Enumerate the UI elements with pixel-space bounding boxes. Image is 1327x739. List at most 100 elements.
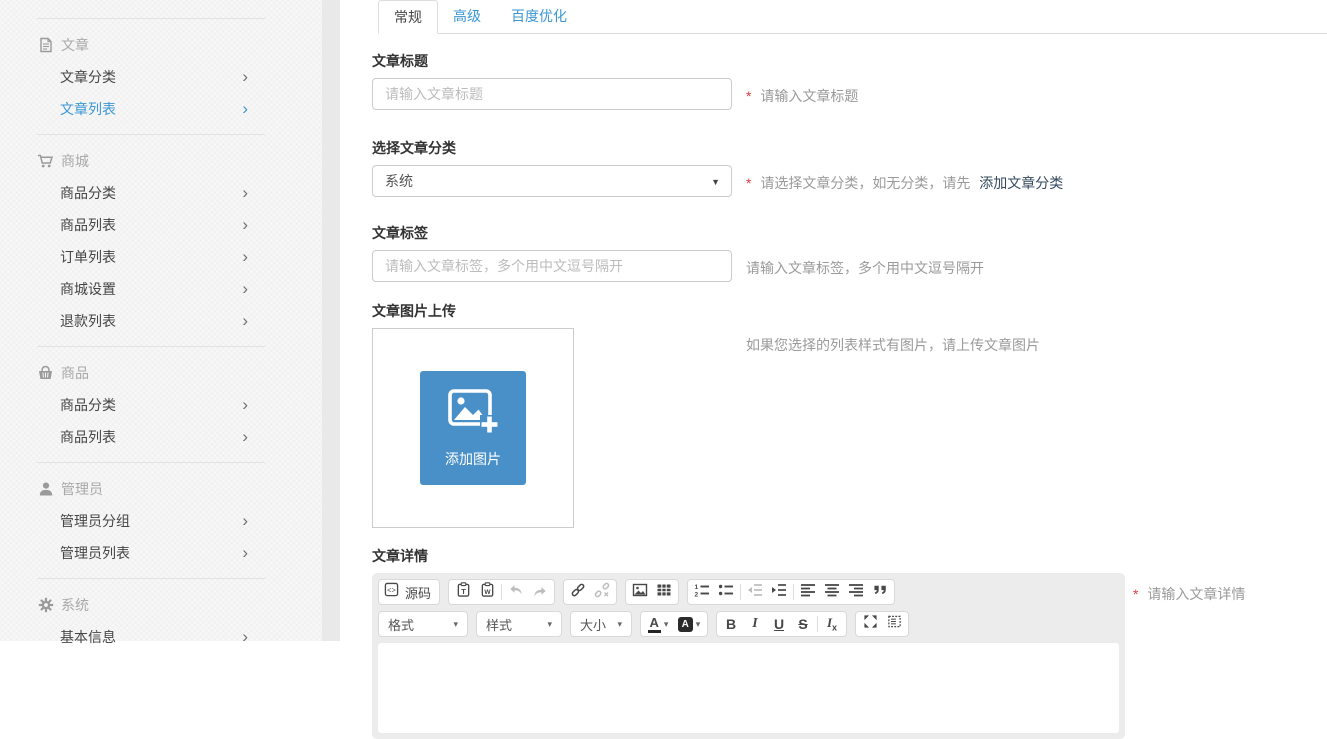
sidebar-item-label: 订单列表 (60, 247, 116, 267)
bold-button[interactable]: B (719, 613, 743, 635)
rich-text-editor: <> 源码 T W (372, 573, 1125, 739)
source-button-label: 源码 (401, 583, 437, 602)
align-right-button[interactable] (844, 581, 868, 603)
title-input[interactable] (372, 78, 732, 110)
insert-image-button[interactable] (628, 581, 652, 603)
sidebar-item-order-list[interactable]: 订单列表› (0, 241, 322, 273)
svg-text:1: 1 (695, 584, 699, 591)
chevron-down-icon: ▾ (453, 619, 458, 630)
tab-advanced[interactable]: 高级 (438, 0, 496, 33)
strikethrough-button[interactable]: S (791, 613, 815, 635)
sidebar-main-gutter (322, 0, 340, 641)
tags-input[interactable] (372, 250, 732, 282)
form-group-detail: 文章详情 <> 源码 (372, 546, 1327, 739)
category-select[interactable]: 系统 ▼ (372, 165, 732, 197)
paste-text-button[interactable]: T (451, 581, 475, 603)
sidebar-item-label: 商城设置 (60, 279, 116, 299)
outdent-icon (747, 582, 763, 603)
svg-text:T: T (461, 587, 466, 596)
image-plus-icon (447, 388, 499, 437)
add-category-link[interactable]: 添加文章分类 (979, 175, 1063, 191)
editor-content-area[interactable] (378, 643, 1119, 733)
chevron-right-icon: › (242, 102, 248, 116)
sidebar-section-goods[interactable]: 商品 (0, 356, 322, 389)
sidebar-section-mall[interactable]: 商城 (0, 144, 322, 177)
format-dropdown[interactable]: 格式 ▾ (378, 611, 468, 637)
sidebar-divider (37, 578, 265, 579)
italic-button[interactable]: I (743, 613, 767, 635)
form-group-image: 文章图片上传 (372, 301, 1327, 528)
sidebar-item-article-list[interactable]: 文章列表› (0, 93, 322, 125)
tab-general[interactable]: 常规 (378, 0, 438, 34)
redo-icon (532, 584, 548, 600)
redo-button[interactable] (528, 581, 552, 603)
underline-icon: U (774, 616, 784, 632)
sidebar-item-goods-category[interactable]: 商品分类› (0, 389, 322, 421)
insert-table-button[interactable] (652, 581, 676, 603)
editor-toolbar-row-2: 格式 ▾ 样式 ▾ 大小 ▾ A (378, 611, 1119, 637)
link-icon (570, 582, 586, 603)
link-button[interactable] (566, 581, 590, 603)
blockquote-button[interactable] (868, 581, 892, 603)
chevron-right-icon: › (242, 218, 248, 232)
align-center-button[interactable] (820, 581, 844, 603)
chevron-right-icon: › (242, 314, 248, 328)
tab-baidu-seo[interactable]: 百度优化 (496, 0, 582, 33)
svg-text:<>: <> (386, 587, 396, 595)
category-hint: * 请选择文章分类，如无分类，请先 添加文章分类 (746, 173, 1063, 193)
add-image-button[interactable]: 添加图片 (420, 371, 526, 485)
sidebar-item-admin-list[interactable]: 管理员列表› (0, 537, 322, 569)
ordered-list-button[interactable]: 12 (690, 581, 714, 603)
category-label: 选择文章分类 (372, 138, 1327, 158)
sidebar-section-label: 商城 (61, 151, 89, 171)
paste-word-button[interactable]: W (475, 581, 499, 603)
styles-dropdown[interactable]: 样式 ▾ (476, 611, 562, 637)
user-icon (37, 480, 54, 497)
sidebar-item-article-category[interactable]: 文章分类› (0, 61, 322, 93)
tags-label: 文章标签 (372, 223, 1327, 243)
add-image-button-label: 添加图片 (445, 449, 501, 469)
source-button[interactable]: <> (381, 581, 401, 603)
ordered-list-icon: 12 (694, 582, 710, 603)
text-color-button[interactable]: A ▾ (643, 613, 673, 635)
sidebar-item-basic-info[interactable]: 基本信息› (0, 621, 322, 653)
sidebar-item-goods-list[interactable]: 商品列表› (0, 421, 322, 453)
sidebar-section-label: 管理员 (61, 479, 103, 499)
undo-button[interactable] (504, 581, 528, 603)
indent-button[interactable] (767, 581, 791, 603)
unlink-button[interactable] (590, 581, 614, 603)
sidebar-item-mall-product-list[interactable]: 商品列表› (0, 209, 322, 241)
sidebar-section-article[interactable]: 文章 (0, 28, 322, 61)
indent-icon (771, 582, 787, 603)
file-icon (37, 36, 54, 53)
font-size-dropdown[interactable]: 大小 ▾ (570, 611, 632, 637)
sidebar-item-mall-settings[interactable]: 商城设置 › (0, 273, 322, 305)
align-center-icon (824, 582, 840, 603)
tags-hint: 请输入文章标签，多个用中文逗号隔开 (746, 258, 984, 278)
image-label: 文章图片上传 (372, 301, 1327, 321)
sidebar-item-label: 文章分类 (60, 67, 116, 87)
sidebar-section-admin[interactable]: 管理员 (0, 472, 322, 505)
chevron-right-icon: › (242, 514, 248, 528)
maximize-button[interactable] (858, 613, 882, 635)
sidebar-item-mall-product-category[interactable]: 商品分类› (0, 177, 322, 209)
cart-icon (37, 152, 54, 169)
chevron-right-icon: › (242, 630, 248, 644)
outdent-button[interactable] (743, 581, 767, 603)
sidebar-section-label: 系统 (61, 595, 89, 615)
detail-hint: * 请输入文章详情 (1133, 584, 1245, 604)
sidebar-section-system[interactable]: 系统 (0, 588, 322, 621)
underline-button[interactable]: U (767, 613, 791, 635)
align-left-button[interactable] (796, 581, 820, 603)
chevron-down-icon: ▾ (547, 619, 552, 630)
bullet-list-button[interactable] (714, 581, 738, 603)
remove-format-button[interactable]: Ix (820, 613, 844, 635)
chevron-right-icon: › (242, 282, 248, 296)
bullet-list-icon (718, 582, 734, 603)
show-blocks-button[interactable] (882, 613, 906, 635)
sidebar-item-refund-list[interactable]: 退款列表› (0, 305, 322, 337)
sidebar-section-label: 商品 (61, 363, 89, 383)
sidebar-item-admin-group[interactable]: 管理员分组› (0, 505, 322, 537)
remove-format-icon: Ix (827, 615, 837, 633)
bg-color-button[interactable]: A ▾ (673, 613, 705, 635)
